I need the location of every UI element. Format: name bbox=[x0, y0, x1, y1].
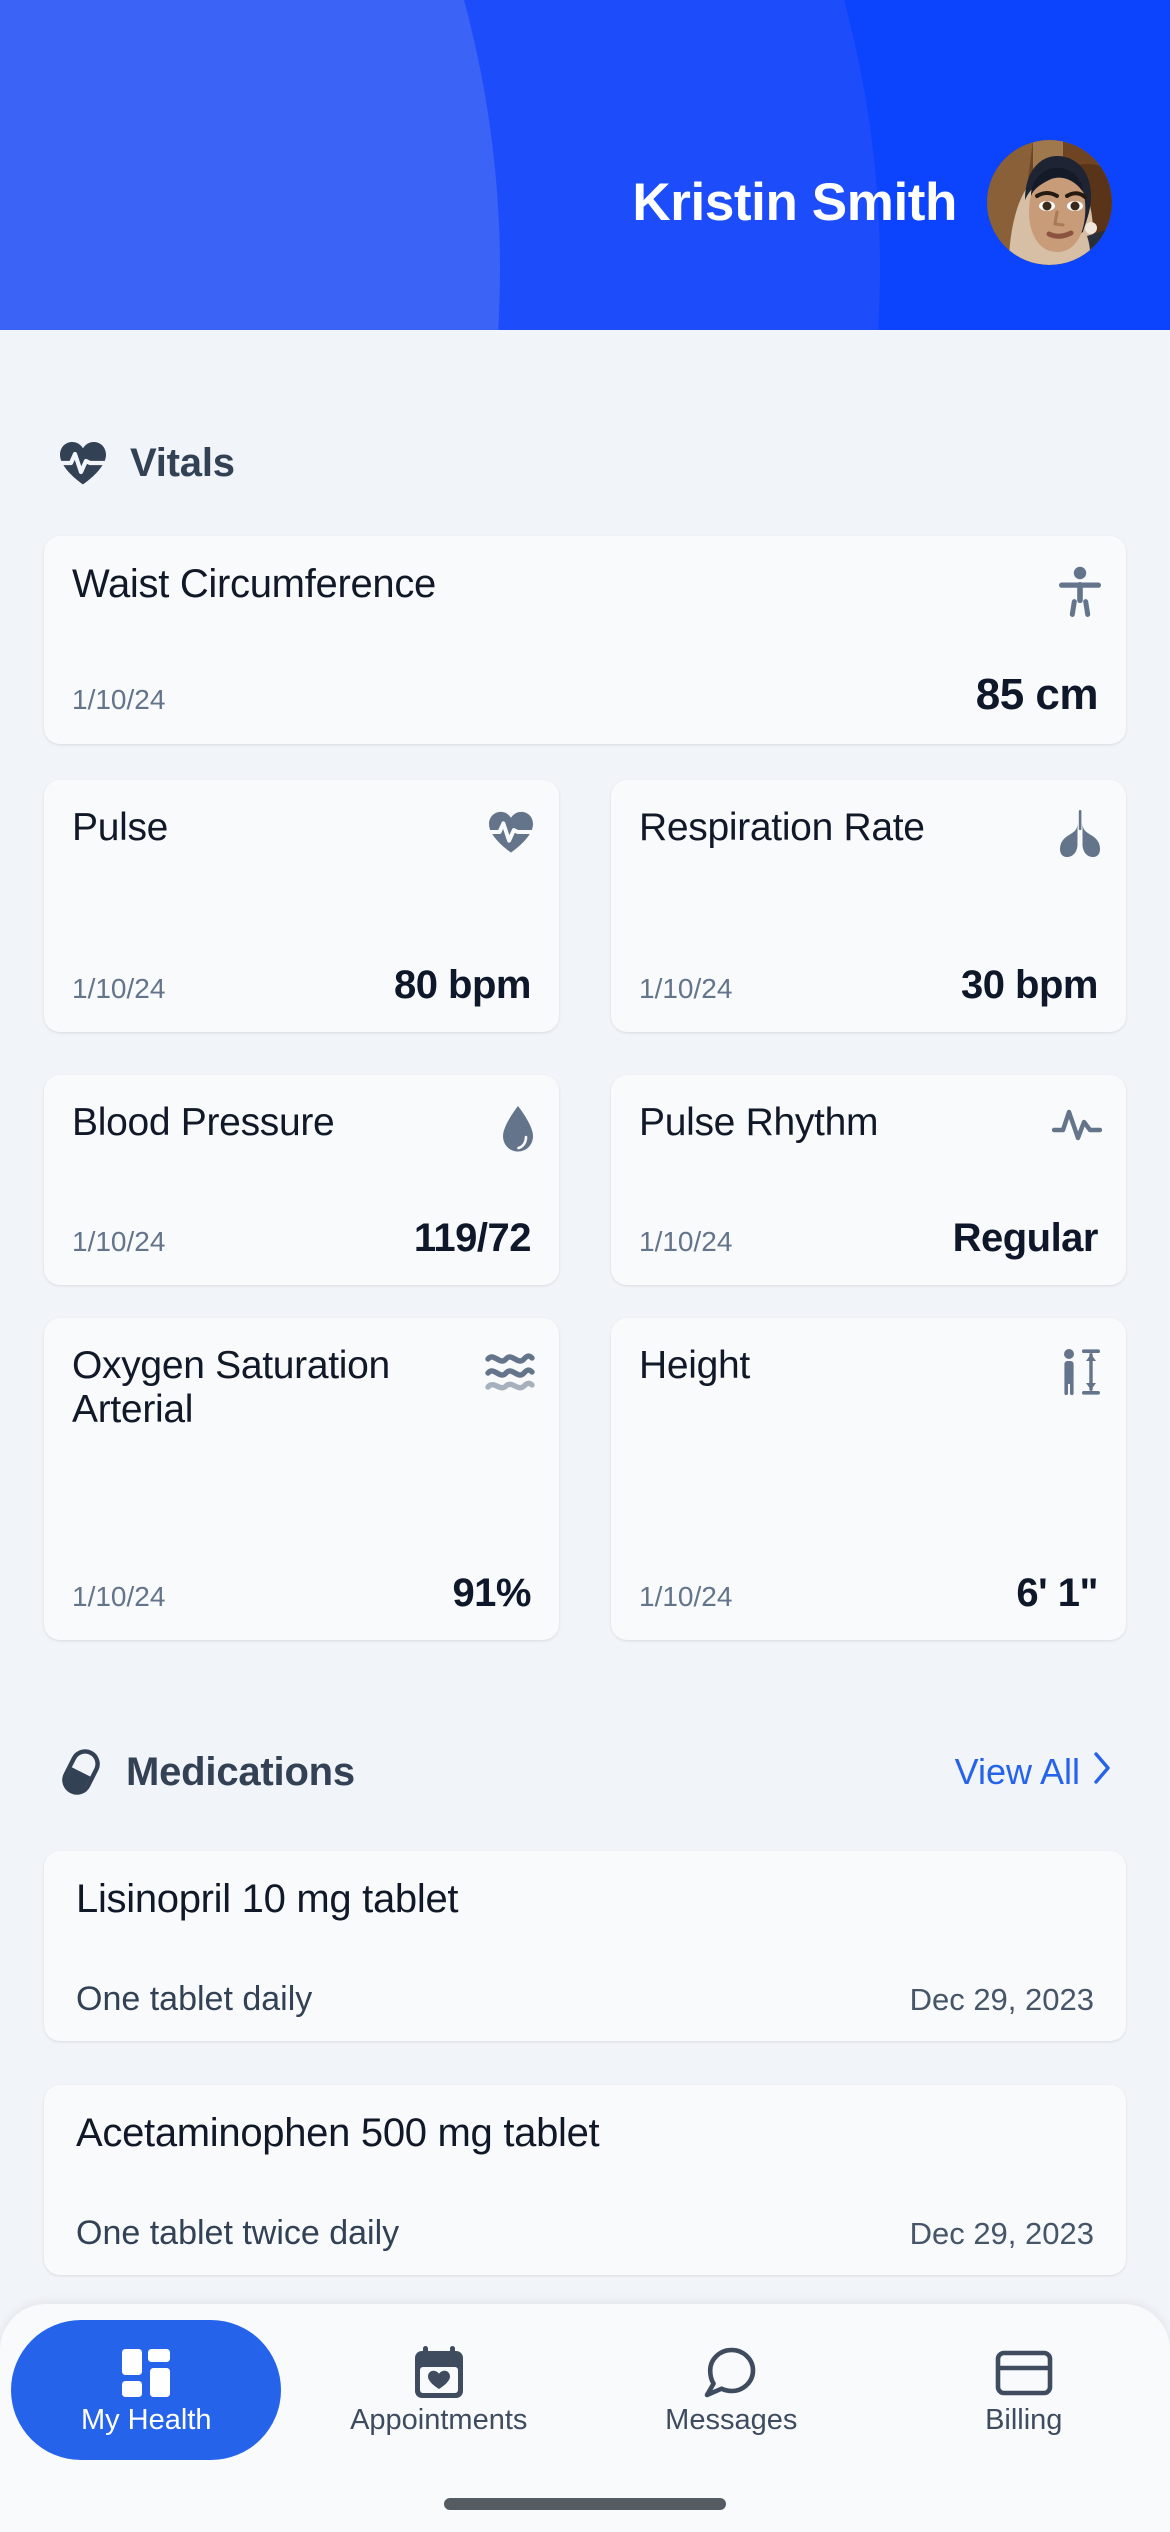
height-ruler-icon bbox=[1058, 1348, 1102, 1401]
vital-card-label: Blood Pressure bbox=[72, 1101, 335, 1144]
vital-card-label: Pulse bbox=[72, 806, 169, 849]
calendar-heart-icon bbox=[412, 2344, 466, 2402]
heart-pulse-icon bbox=[485, 810, 537, 859]
vital-card-top: Waist Circumference bbox=[72, 562, 1102, 623]
nav-tab-label: My Health bbox=[80, 2403, 212, 2436]
chevron-right-icon bbox=[1092, 1751, 1112, 1794]
vital-card-date: 1/10/24 bbox=[72, 1226, 166, 1257]
medication-item-acetaminophen[interactable]: Acetaminophen 500 mg tablet One tablet t… bbox=[44, 2085, 1126, 2275]
medication-dose: One tablet twice daily bbox=[76, 2214, 400, 2252]
vital-card-value: 91% bbox=[452, 1571, 531, 1615]
nav-tab-label: Billing bbox=[985, 2403, 1063, 2436]
vital-card-pulse[interactable]: Pulse 1/10/24 80 bpm bbox=[44, 780, 559, 1032]
chat-bubble-icon bbox=[703, 2344, 759, 2402]
heart-pulse-icon bbox=[58, 440, 108, 486]
vital-card-waist-circumference[interactable]: Waist Circumference 1/10/24 85 cm bbox=[44, 536, 1126, 744]
vital-card-date: 1/10/24 bbox=[639, 1581, 733, 1612]
vital-card-respiration-rate[interactable]: Respiration Rate 1/10/24 30 bpm bbox=[611, 780, 1126, 1032]
vital-card-bottom: 1/10/24 119/72 bbox=[72, 1216, 532, 1261]
vital-card-bottom: 1/10/24 6' 1" bbox=[639, 1571, 1098, 1616]
vital-card-blood-pressure[interactable]: Blood Pressure 1/10/24 119/72 bbox=[44, 1075, 559, 1285]
medication-name: Acetaminophen 500 mg tablet bbox=[76, 2111, 600, 2155]
nav-tab-messages[interactable]: Messages bbox=[585, 2320, 878, 2460]
header-arc-light bbox=[0, 0, 500, 330]
home-indicator bbox=[444, 2498, 726, 2510]
header-user-row: Kristin Smith bbox=[632, 140, 1112, 265]
vital-card-pulse-rhythm[interactable]: Pulse Rhythm 1/10/24 Regular bbox=[611, 1075, 1126, 1285]
nav-tab-appointments[interactable]: Appointments bbox=[293, 2320, 586, 2460]
vital-card-oxygen-saturation-arterial[interactable]: Oxygen Saturation Arterial 1/10/24 91% bbox=[44, 1318, 559, 1640]
vital-card-bottom: 1/10/24 Regular bbox=[639, 1216, 1099, 1261]
vital-card-date: 1/10/24 bbox=[639, 973, 733, 1004]
vital-card-label: Oxygen Saturation Arterial bbox=[72, 1344, 390, 1431]
waves-icon bbox=[485, 1348, 535, 1397]
vital-card-date: 1/10/24 bbox=[639, 1226, 733, 1257]
nav-tab-label: Appointments bbox=[350, 2403, 528, 2436]
vital-card-bottom: 1/10/24 30 bpm bbox=[639, 963, 1099, 1008]
avatar[interactable] bbox=[987, 140, 1112, 265]
medication-footer: One tablet twice daily Dec 29, 2023 bbox=[76, 2214, 1094, 2253]
vital-card-value: 30 bpm bbox=[960, 963, 1099, 1007]
view-all-medications-link[interactable]: View All bbox=[955, 1751, 1112, 1794]
vital-card-top: Oxygen Saturation Arterial bbox=[72, 1344, 535, 1431]
vital-card-value: Regular bbox=[952, 1216, 1099, 1260]
page-title: Kristin Smith bbox=[632, 173, 957, 232]
vital-card-value: 6' 1" bbox=[1016, 1571, 1098, 1615]
medication-date: Dec 29, 2023 bbox=[909, 2216, 1094, 2251]
vital-card-height[interactable]: Height 1/10/24 6' 1" bbox=[611, 1318, 1126, 1640]
nav-active-pill: My Health bbox=[11, 2320, 282, 2460]
vital-card-top: Pulse Rhythm bbox=[639, 1101, 1103, 1150]
medication-item-lisinopril[interactable]: Lisinopril 10 mg tablet One tablet daily… bbox=[44, 1851, 1126, 2041]
vitals-section-title: Vitals bbox=[130, 440, 235, 485]
medications-section-header: Medications View All bbox=[58, 1748, 1112, 1796]
vital-card-top: Blood Pressure bbox=[72, 1101, 535, 1158]
medication-name: Lisinopril 10 mg tablet bbox=[76, 1877, 459, 1921]
vital-card-label: Height bbox=[639, 1344, 750, 1387]
vital-card-bottom: 1/10/24 91% bbox=[72, 1571, 531, 1616]
medication-date: Dec 29, 2023 bbox=[909, 1982, 1094, 2017]
nav-tab-label: Messages bbox=[665, 2403, 798, 2436]
view-all-label: View All bbox=[954, 1751, 1080, 1792]
vital-card-bottom: 1/10/24 85 cm bbox=[72, 670, 1099, 720]
vital-card-top: Respiration Rate bbox=[639, 806, 1102, 863]
vital-card-value: 80 bpm bbox=[393, 963, 532, 1007]
medication-footer: One tablet daily Dec 29, 2023 bbox=[76, 1980, 1094, 2019]
vital-card-date: 1/10/24 bbox=[72, 684, 166, 715]
vitals-section-header: Vitals bbox=[58, 440, 1112, 486]
dashboard-grid-icon bbox=[118, 2344, 174, 2402]
vital-card-label: Waist Circumference bbox=[72, 562, 437, 606]
vital-card-bottom: 1/10/24 80 bpm bbox=[72, 963, 532, 1008]
nav-tab-billing[interactable]: Billing bbox=[878, 2320, 1170, 2460]
vital-card-top: Pulse bbox=[72, 806, 537, 859]
vital-card-date: 1/10/24 bbox=[72, 1581, 166, 1612]
lungs-icon bbox=[1058, 810, 1102, 863]
vital-card-value: 85 cm bbox=[975, 670, 1099, 719]
medication-dose: One tablet daily bbox=[76, 1980, 313, 2018]
vital-card-top: Height bbox=[639, 1344, 1102, 1401]
app-root: Kristin Smith Vitals Waist Circumference… bbox=[0, 0, 1170, 2532]
app-header: Kristin Smith bbox=[0, 0, 1170, 330]
ecg-wave-icon bbox=[1051, 1105, 1103, 1150]
blood-drop-icon bbox=[501, 1105, 535, 1158]
credit-card-icon bbox=[995, 2344, 1053, 2402]
vital-card-label: Respiration Rate bbox=[639, 806, 925, 849]
bottom-nav-items: My Health Appointments Messages Billing bbox=[0, 2320, 1170, 2460]
vital-card-value: 119/72 bbox=[413, 1216, 532, 1260]
medications-section-title: Medications bbox=[126, 1749, 355, 1794]
bottom-navigation-bar: My Health Appointments Messages Billing bbox=[0, 2304, 1170, 2532]
pill-icon bbox=[58, 1748, 104, 1796]
vital-card-date: 1/10/24 bbox=[72, 973, 166, 1004]
vital-card-label: Pulse Rhythm bbox=[639, 1101, 879, 1144]
nav-tab-my-health[interactable]: My Health bbox=[0, 2320, 293, 2460]
body-measure-icon bbox=[1058, 566, 1102, 623]
